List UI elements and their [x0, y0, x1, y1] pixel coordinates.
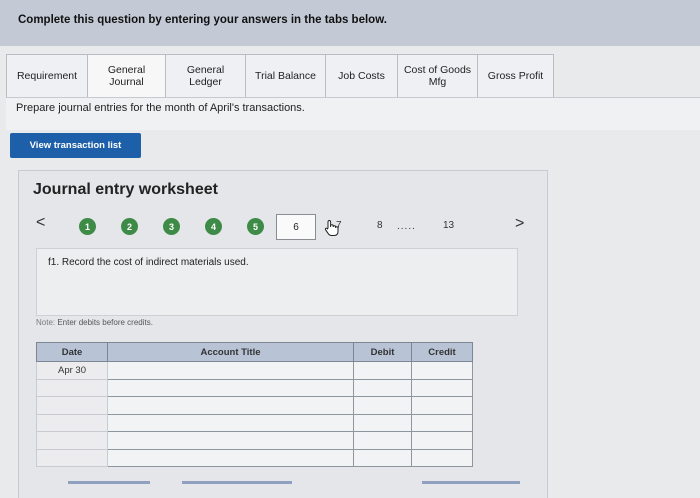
note-text: Note: Enter debits before credits.	[36, 318, 153, 327]
debit-input[interactable]	[353, 361, 412, 380]
worksheet-title: Journal entry worksheet	[33, 181, 218, 198]
step-6-current[interactable]: 6	[276, 214, 316, 240]
journal-table: Date Account Title Debit Credit Apr 30	[36, 342, 473, 467]
credit-input[interactable]	[411, 378, 473, 397]
date-cell	[36, 413, 108, 432]
account-title-input[interactable]	[107, 378, 354, 397]
credit-input[interactable]	[411, 396, 473, 415]
record-entry-button-edge[interactable]	[68, 481, 150, 484]
note-label: Note:	[36, 318, 56, 327]
table-row	[36, 448, 473, 467]
step-8[interactable]: 8	[377, 220, 383, 231]
account-title-input[interactable]	[107, 413, 354, 432]
prompt-text: Prepare journal entries for the month of…	[16, 102, 305, 114]
prev-arrow[interactable]: <	[36, 214, 45, 232]
col-debit: Debit	[353, 342, 412, 362]
col-account-title: Account Title	[107, 342, 354, 362]
step-ellipsis: .....	[397, 221, 416, 232]
debit-input[interactable]	[353, 413, 412, 432]
entry-instruction: f1. Record the cost of indirect material…	[48, 257, 249, 268]
table-header-row: Date Account Title Debit Credit	[36, 342, 473, 362]
account-title-input[interactable]	[107, 448, 354, 467]
date-cell	[36, 378, 108, 397]
date-cell: Apr 30	[36, 361, 108, 380]
tab-trial-balance[interactable]: Trial Balance	[246, 54, 326, 98]
step-2[interactable]: 2	[121, 218, 138, 235]
debit-input[interactable]	[353, 378, 412, 397]
tab-general-ledger[interactable]: General Ledger	[166, 54, 246, 98]
tab-gross-profit[interactable]: Gross Profit	[478, 54, 554, 98]
date-cell	[36, 448, 108, 467]
step-7[interactable]: 7	[336, 220, 342, 231]
credit-input[interactable]	[411, 361, 473, 380]
step-13[interactable]: 13	[443, 220, 454, 231]
view-journal-button-edge[interactable]	[422, 481, 520, 484]
credit-input[interactable]	[411, 413, 473, 432]
table-row	[36, 413, 473, 432]
tab-bar: Requirement General Journal General Ledg…	[6, 54, 554, 98]
step-3[interactable]: 3	[163, 218, 180, 235]
step-5[interactable]: 5	[247, 218, 264, 235]
next-arrow[interactable]: >	[515, 215, 524, 233]
clear-entry-button-edge[interactable]	[182, 481, 292, 484]
note-body: Enter debits before credits.	[55, 318, 153, 327]
date-cell	[36, 396, 108, 415]
table-row	[36, 378, 473, 397]
tab-requirement[interactable]: Requirement	[6, 54, 88, 98]
credit-input[interactable]	[411, 431, 473, 450]
account-title-input[interactable]	[107, 431, 354, 450]
col-date: Date	[36, 342, 108, 362]
debit-input[interactable]	[353, 396, 412, 415]
instruction-text: Complete this question by entering your …	[18, 14, 387, 26]
debit-input[interactable]	[353, 448, 412, 467]
debit-input[interactable]	[353, 431, 412, 450]
step-1[interactable]: 1	[79, 218, 96, 235]
tab-general-journal[interactable]: General Journal	[88, 54, 166, 98]
date-cell	[36, 431, 108, 450]
table-row	[36, 396, 473, 415]
view-transaction-list-button[interactable]: View transaction list	[10, 133, 141, 158]
tab-job-costs[interactable]: Job Costs	[326, 54, 398, 98]
instruction-banner: Complete this question by entering your …	[0, 0, 700, 46]
col-credit: Credit	[411, 342, 473, 362]
account-title-input[interactable]	[107, 396, 354, 415]
table-row: Apr 30	[36, 361, 473, 380]
step-4[interactable]: 4	[205, 218, 222, 235]
account-title-input[interactable]	[107, 361, 354, 380]
tab-cost-of-goods-mfg[interactable]: Cost of Goods Mfg	[398, 54, 478, 98]
table-row	[36, 431, 473, 450]
credit-input[interactable]	[411, 448, 473, 467]
